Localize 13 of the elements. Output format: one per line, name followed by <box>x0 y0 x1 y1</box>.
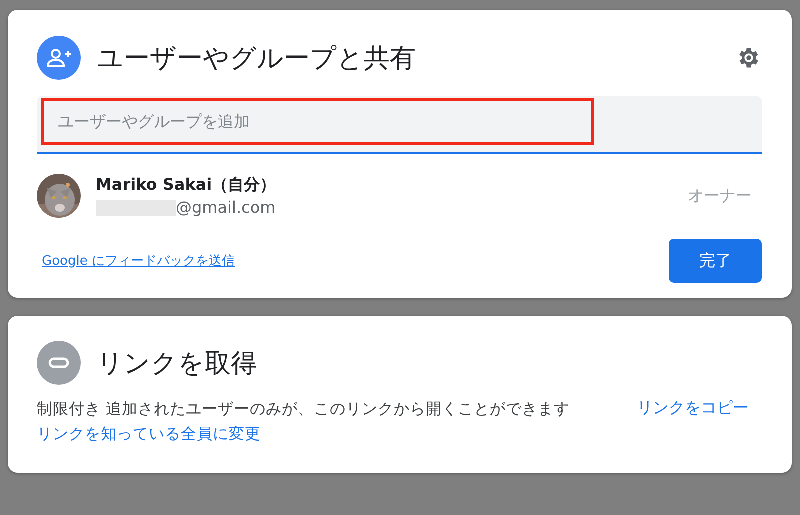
user-email: @gmail.com <box>176 198 276 217</box>
done-button[interactable]: 完了 <box>669 239 762 283</box>
link-icon <box>37 341 81 385</box>
access-description: 制限付き 追加されたユーザーのみが、このリンクから開くことができます <box>37 399 571 420</box>
add-person-icon <box>37 36 81 80</box>
copy-link[interactable]: リンクをコピー <box>637 398 749 419</box>
role-label: オーナー <box>688 186 752 206</box>
panel-title: リンクを取得 <box>97 348 258 380</box>
user-name: Mariko Sakai（自分） <box>96 175 278 196</box>
change-access-link[interactable]: リンクを知っている全員に変更 <box>37 421 617 447</box>
dialog-title: ユーザーやグループと共有 <box>97 42 417 76</box>
add-people-field[interactable]: ユーザーやグループを追加 <box>37 96 762 154</box>
feedback-link[interactable]: Google にフィードバックを送信 <box>37 252 235 270</box>
